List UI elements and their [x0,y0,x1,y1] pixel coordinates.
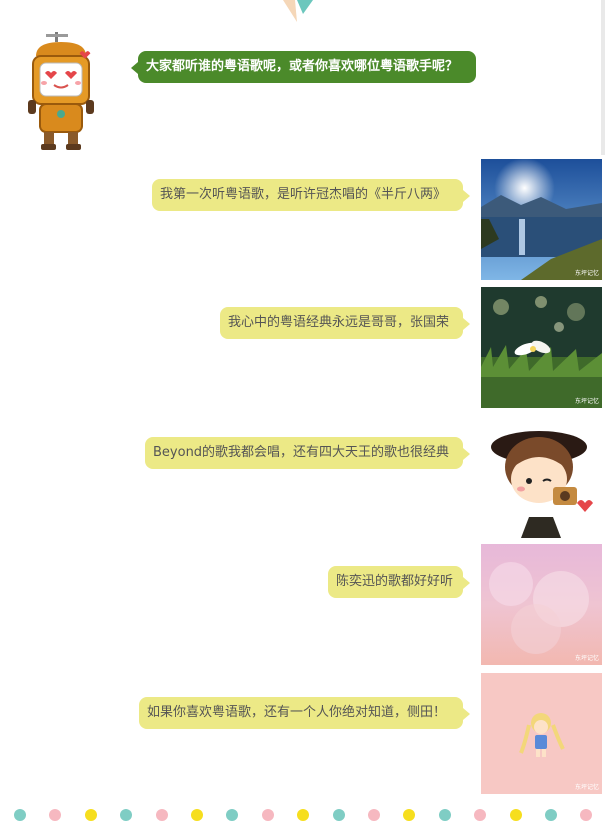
message-bubble: 陈奕迅的歌都好好听 [328,566,470,598]
divider [601,0,605,155]
dot-decoration [509,809,522,821]
watermark: 东坪记忆 [574,270,599,277]
watermark: 东坪记忆 [574,528,599,535]
dot-decoration [474,809,487,821]
dot-decoration [261,809,274,821]
robot-avatar [28,32,94,150]
message-bubble: Beyond的歌我都会唱，还有四大天王的歌也很经典 [145,437,470,469]
dot-decoration [580,809,593,821]
watermark: 东坪记忆 [574,655,599,662]
dot-decoration [368,809,380,821]
dot-decoration [84,809,97,821]
message-bubble: 我第一次听粤语歌，是听许冠杰唱的《半斤八两》 [152,179,470,211]
dot-decoration [14,809,26,821]
cartoon-boy-image[interactable]: 东坪记忆 [481,417,602,538]
message-bubble: 如果你喜欢粤语歌，还有一个人你绝对知道，侧田！ [139,697,470,729]
dot-decoration [49,809,62,821]
dot-decoration [438,809,451,821]
watermark: 东坪记忆 [574,784,599,791]
message-bubble: 我心中的粤语经典永远是哥哥，张国荣 [220,307,470,339]
dot-decoration [403,809,416,821]
anime-girl-image[interactable]: 东坪记忆 [481,673,602,794]
watermark: 东坪记忆 [574,398,599,405]
dot-decoration [332,809,345,821]
dot-decoration [226,809,239,821]
lake-landscape-image[interactable]: 东坪记忆 [481,159,602,280]
flower-bokeh-image[interactable]: 东坪记忆 [481,287,602,408]
pink-clouds-image[interactable]: 东坪记忆 [481,544,602,665]
dot-decoration [120,809,133,821]
dot-decoration [191,809,203,821]
dot-decoration [545,809,557,821]
question-bubble: 大家都听谁的粤语歌呢，或者你喜欢哪位粤语歌手呢？ [131,51,476,83]
dot-decoration [297,809,310,821]
dot-decoration [155,809,168,821]
triangle-decoration [283,0,313,22]
dot-divider [0,807,605,823]
